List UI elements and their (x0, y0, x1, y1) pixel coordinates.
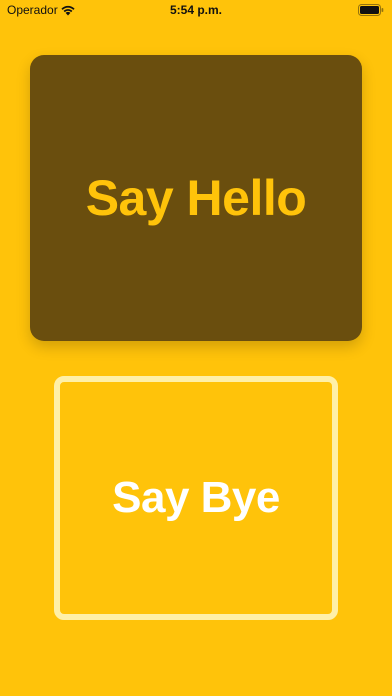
status-time: 5:54 p.m. (169, 3, 223, 17)
say-bye-label: Say Bye (112, 473, 280, 522)
say-bye-button[interactable]: Say Bye (54, 376, 338, 620)
app-screen: Operador 5:54 p.m. Say Hello Say Bye (0, 0, 392, 696)
say-hello-label: Say Hello (85, 170, 307, 226)
battery-icon (358, 4, 384, 16)
say-hello-button[interactable]: Say Hello (30, 55, 362, 341)
status-bar: Operador 5:54 p.m. (0, 0, 392, 22)
